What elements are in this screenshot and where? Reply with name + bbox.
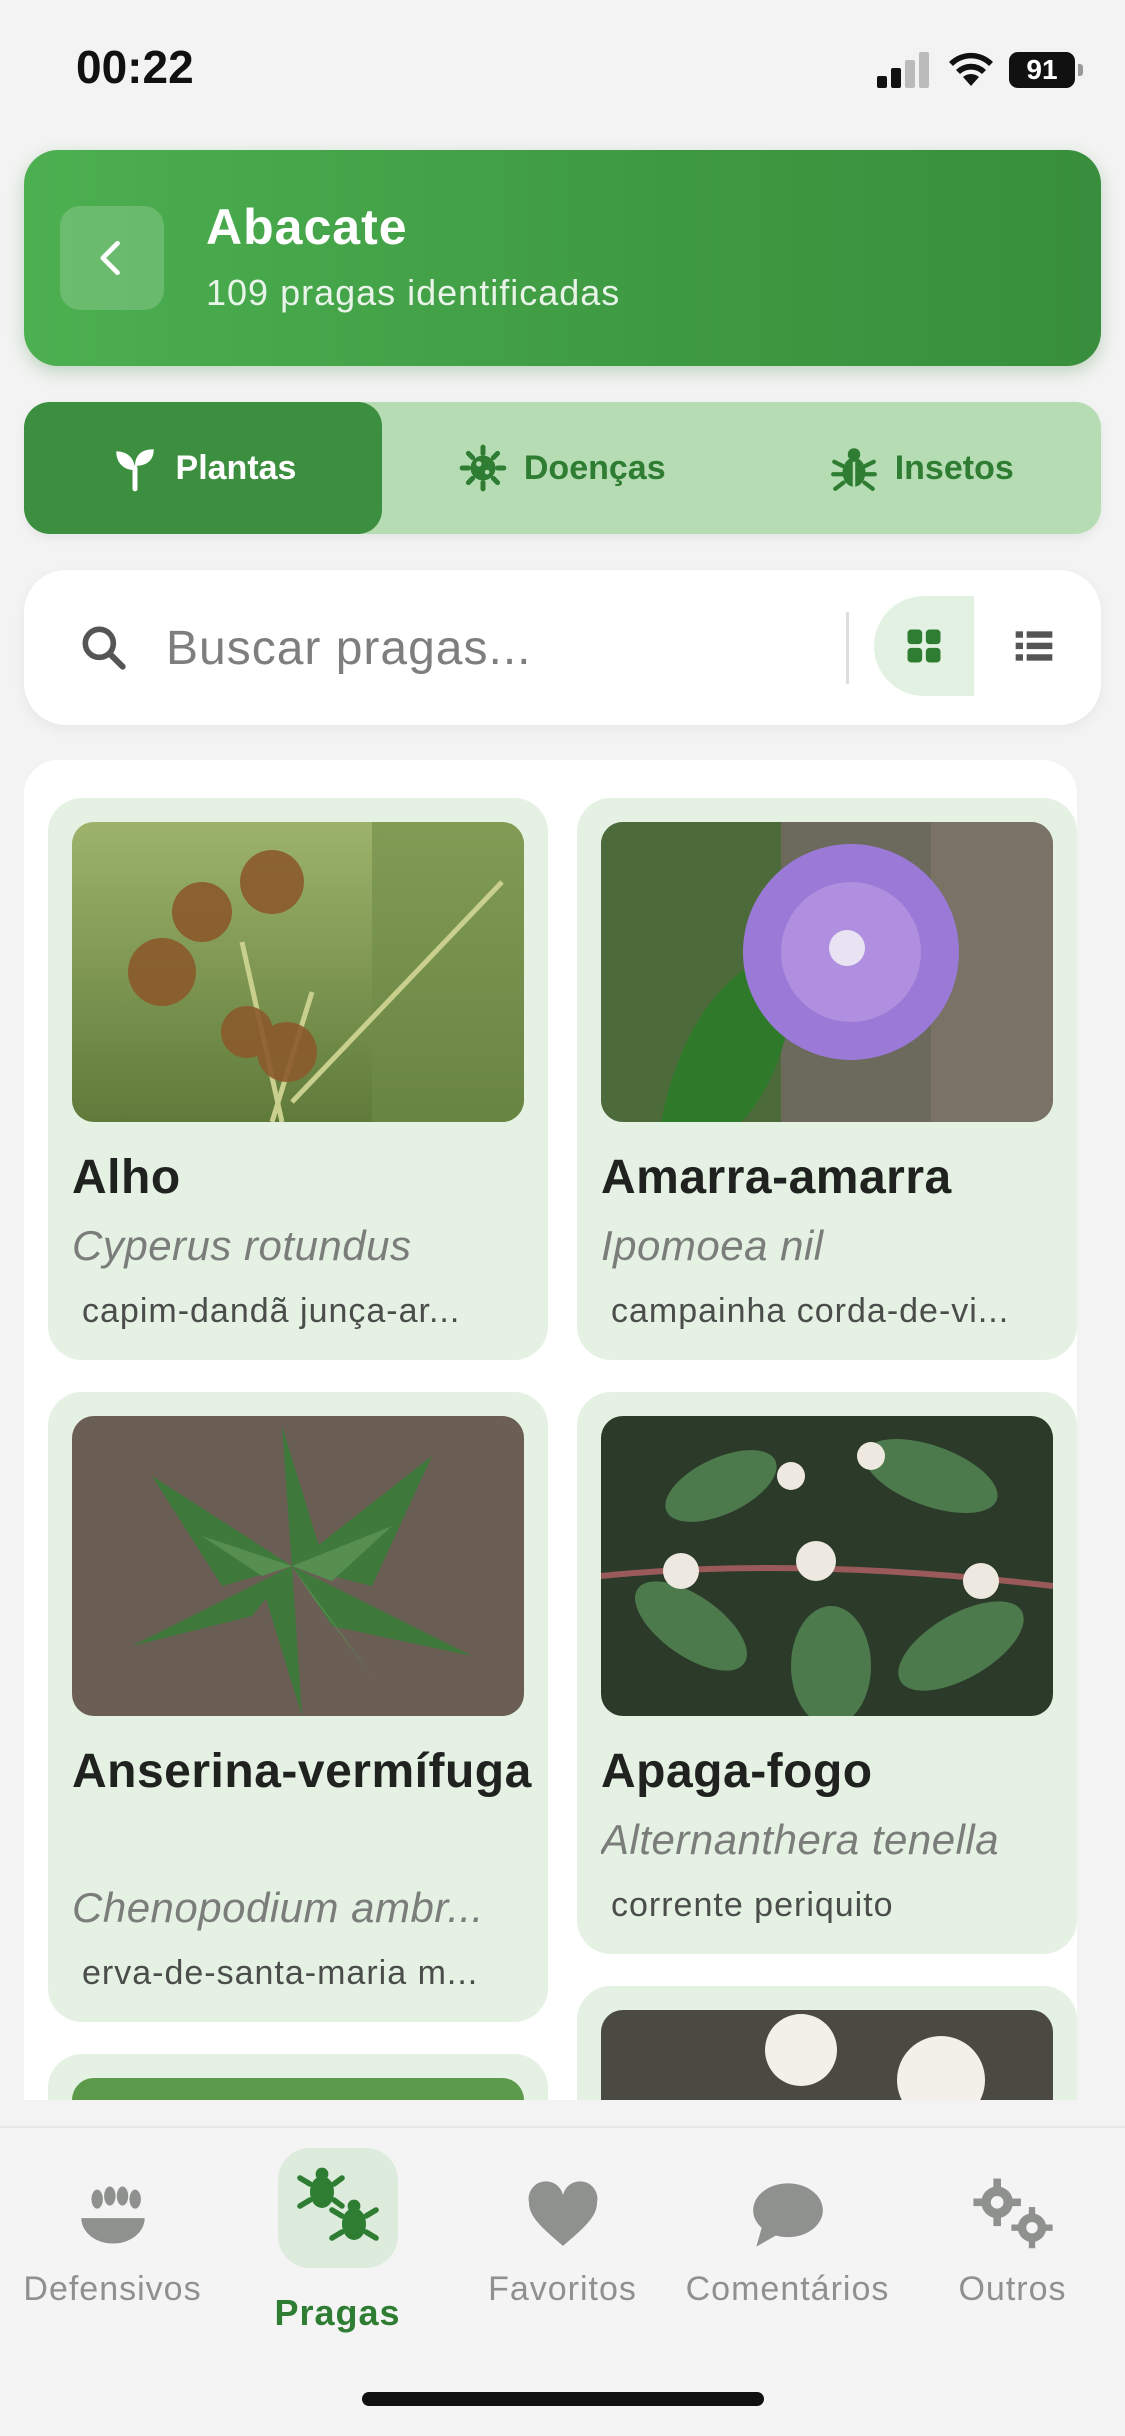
search-input[interactable]	[166, 610, 826, 686]
signal-icon	[877, 52, 929, 88]
grid-view-button[interactable]	[874, 596, 974, 696]
list-view-button[interactable]	[984, 596, 1084, 696]
bottom-tab-bar: Defensivos Pragas Favoritos Comentários …	[0, 2126, 1125, 2436]
battery-icon: 91	[1009, 52, 1083, 88]
tab-insetos-label: Insetos	[894, 448, 1014, 487]
pest-common-names: erva-de-santa-maria m...	[82, 1954, 479, 1992]
bugs-icon	[277, 2148, 398, 2268]
tab-favoritos-label: Favoritos	[488, 2270, 637, 2308]
tab-defensivos[interactable]: Defensivos	[0, 2128, 225, 2348]
pest-scientific-name: Alternanthera tenella	[601, 1816, 1000, 1863]
sprout-icon	[115, 449, 154, 492]
pest-scientific-name: Ipomoea nil	[601, 1222, 824, 1269]
bowl-icon	[68, 2170, 158, 2260]
list-icon	[1015, 631, 1053, 661]
pest-name: Apaga-fogo	[601, 1745, 873, 1798]
status-bar: 00:22 91	[0, 0, 1125, 140]
tab-outros[interactable]: Outros	[900, 2128, 1125, 2348]
status-time: 00:22	[76, 41, 194, 93]
pest-card[interactable]: Alho Cyperus rotundus capim-dandã junça-…	[48, 798, 548, 1360]
tab-plantas-label: Plantas	[175, 448, 297, 487]
pest-photo	[601, 2010, 1053, 2100]
pest-photo	[72, 2078, 524, 2100]
pest-card[interactable]	[48, 2054, 548, 2100]
page-subtitle: 109 pragas identificadas	[206, 272, 621, 313]
pest-grid: Alho Cyperus rotundus capim-dandã junça-…	[24, 760, 1077, 2100]
tab-comentarios[interactable]: Comentários	[675, 2128, 900, 2348]
search-bar	[24, 570, 1101, 725]
back-button[interactable]	[60, 206, 164, 310]
tab-doencas[interactable]: Doenças	[382, 402, 742, 534]
tab-insetos[interactable]: Insetos	[742, 402, 1102, 534]
category-segmented-control: Plantas Doenças Insetos	[24, 402, 1101, 534]
pest-photo	[601, 1416, 1053, 1716]
chat-icon	[743, 2170, 833, 2260]
tab-doencas-label: Doenças	[523, 448, 666, 487]
tab-plantas[interactable]: Plantas	[24, 402, 382, 534]
pest-card[interactable]	[577, 1986, 1077, 2100]
page-header: Abacate 109 pragas identificadas	[24, 150, 1101, 366]
chevron-left-icon	[100, 240, 120, 276]
heart-icon	[518, 2170, 608, 2260]
tab-pragas[interactable]: Pragas	[225, 2128, 450, 2348]
pest-name: Amarra-amarra	[601, 1151, 952, 1204]
pest-scientific-name: Chenopodium ambr...	[72, 1884, 484, 1931]
tab-pragas-label: Pragas	[274, 2292, 401, 2333]
gears-icon	[968, 2170, 1058, 2260]
tab-outros-label: Outros	[958, 2270, 1067, 2308]
tab-comentarios-label: Comentários	[685, 2270, 890, 2308]
pest-card[interactable]: Amarra-amarra Ipomoea nil campainha cord…	[577, 798, 1077, 1360]
page-title: Abacate	[206, 199, 408, 255]
tab-defensivos-label: Defensivos	[23, 2270, 202, 2308]
grid-icon	[907, 629, 941, 663]
home-indicator	[362, 2392, 764, 2406]
virus-icon	[459, 444, 507, 492]
pest-common-names: campainha corda-de-vi...	[611, 1292, 1010, 1330]
tab-favoritos[interactable]: Favoritos	[450, 2128, 675, 2348]
pest-card[interactable]: Apaga-fogo Alternanthera tenella corrent…	[577, 1392, 1077, 1954]
search-divider	[846, 612, 849, 684]
pest-photo	[72, 822, 524, 1122]
pest-name: Alho	[72, 1151, 181, 1204]
search-icon	[82, 626, 126, 670]
status-icons: 91	[877, 48, 1083, 92]
pest-scientific-name: Cyperus rotundus	[72, 1222, 412, 1269]
pest-common-names: corrente periquito	[611, 1886, 894, 1924]
wifi-icon	[949, 52, 993, 86]
pest-common-names: capim-dandã junça-ar...	[82, 1292, 461, 1330]
bug-icon	[830, 448, 877, 491]
pest-photo	[72, 1416, 524, 1716]
pest-name: Anserina-vermífuga	[72, 1745, 532, 1798]
pest-card[interactable]: Anserina-vermífuga Chenopodium ambr... e…	[48, 1392, 548, 2022]
pest-photo	[601, 822, 1053, 1122]
